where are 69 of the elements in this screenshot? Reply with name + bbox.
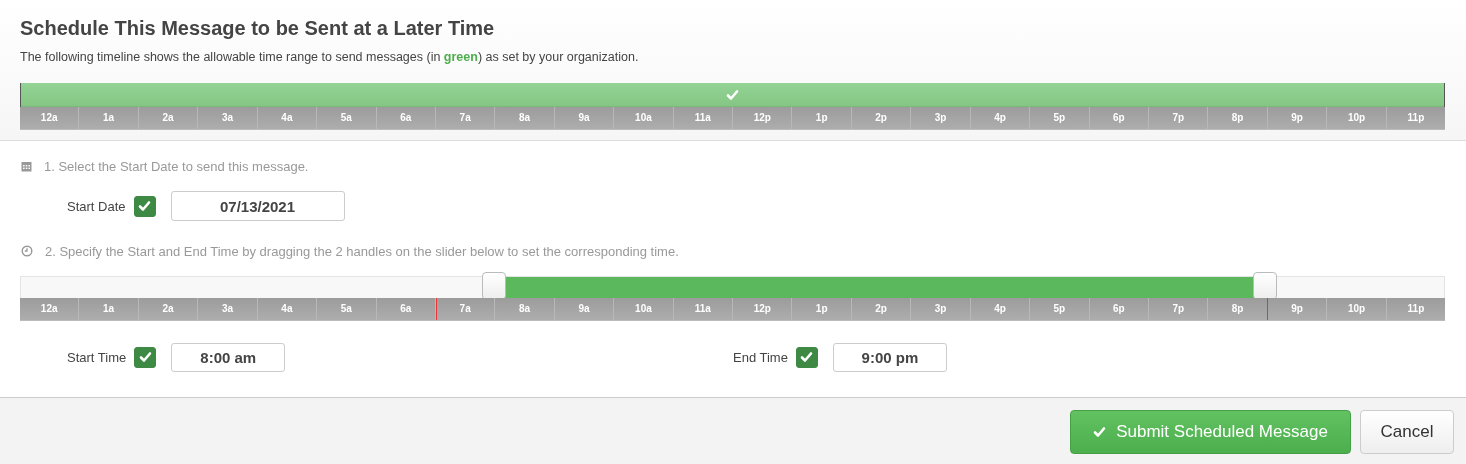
hour-label: 5a <box>316 298 376 320</box>
input-field[interactable]: 8:00 am <box>171 342 286 372</box>
hour-label: 10p <box>1326 107 1386 129</box>
field-label: Start Time <box>67 349 127 365</box>
slider-handle[interactable] <box>1253 272 1278 300</box>
check-icon <box>1093 426 1107 438</box>
checkbox[interactable] <box>134 346 157 368</box>
dialog-title: Schedule This Message to be Sent at a Later Time <box>20 16 496 41</box>
checkbox[interactable] <box>795 346 818 368</box>
hour-label: 1p <box>791 107 851 129</box>
check-icon <box>138 351 152 363</box>
hour-label: 6p <box>1088 107 1148 129</box>
input-field[interactable]: 9:00 pm <box>832 342 947 372</box>
hour-label: 9p <box>1266 107 1327 129</box>
hour-label: 12p <box>732 298 792 320</box>
hour-label: 7a <box>434 107 495 129</box>
cancel-button[interactable]: Cancel <box>1360 410 1454 454</box>
hour-label: 8a <box>494 298 554 320</box>
step-text: 1. Select the Start Date to send this message. <box>44 158 309 174</box>
field-label: End Time <box>733 349 788 365</box>
hour-label: 11p <box>1385 298 1446 320</box>
field-label: Start Date <box>67 198 126 214</box>
check-icon <box>726 88 739 101</box>
hour-label: 8p <box>1207 107 1267 129</box>
hour-label: 2a <box>137 298 198 320</box>
checkbox[interactable] <box>133 195 156 217</box>
hour-label: 9a <box>553 298 614 320</box>
hour-label: 1a <box>78 298 138 320</box>
hour-label: 3a <box>197 107 257 129</box>
hour-label: 10a <box>613 107 673 129</box>
hour-label: 7p <box>1148 107 1208 129</box>
hour-label: 3p <box>910 107 970 129</box>
hour-label: 10p <box>1326 298 1386 320</box>
step-text: 2. Specify the Start and End Time by dragging the 2 handles on the slider below to set the corresponding time. <box>45 243 679 259</box>
hour-label: 3a <box>197 298 257 320</box>
hour-label: 8a <box>494 107 554 129</box>
hour-label: 9a <box>553 107 614 129</box>
check-icon <box>800 351 814 363</box>
hour-label: 6a <box>375 298 435 320</box>
input-field[interactable]: 07/13/2021 <box>170 191 345 221</box>
hour-label: 7p <box>1148 298 1208 320</box>
hour-label: 3p <box>910 298 970 320</box>
hour-label: 11a <box>672 298 733 320</box>
hour-label: 4a <box>256 107 317 129</box>
hour-label: 6p <box>1088 298 1148 320</box>
hour-label: 1a <box>78 107 138 129</box>
hour-label: 8p <box>1207 298 1267 320</box>
hour-label: 4p <box>969 298 1030 320</box>
hour-label: 11p <box>1385 107 1446 129</box>
hour-label: 2p <box>850 298 911 320</box>
hour-label: 4a <box>256 298 317 320</box>
description-text: The following timeline shows the allowable time range to send messages (in green) as set by your organization. <box>20 49 640 66</box>
hour-label: 4p <box>969 107 1030 129</box>
slider-handle[interactable] <box>482 272 507 300</box>
hour-label: 6a <box>375 107 435 129</box>
hour-label: 12a <box>39 111 59 125</box>
check-icon <box>138 200 152 212</box>
hour-label: 12p <box>732 107 792 129</box>
hour-label: 5a <box>316 107 376 129</box>
hour-label: 1p <box>791 298 851 320</box>
hour-label: 2p <box>850 107 911 129</box>
calendar-icon <box>21 160 32 172</box>
hour-label: 5p <box>1029 298 1089 320</box>
hour-label: 10a <box>613 298 673 320</box>
hour-label: 12a <box>39 302 59 316</box>
clock-icon <box>21 245 33 257</box>
hour-label: 2a <box>137 107 198 129</box>
hour-label: 11a <box>672 107 733 129</box>
hour-label: 5p <box>1029 107 1089 129</box>
